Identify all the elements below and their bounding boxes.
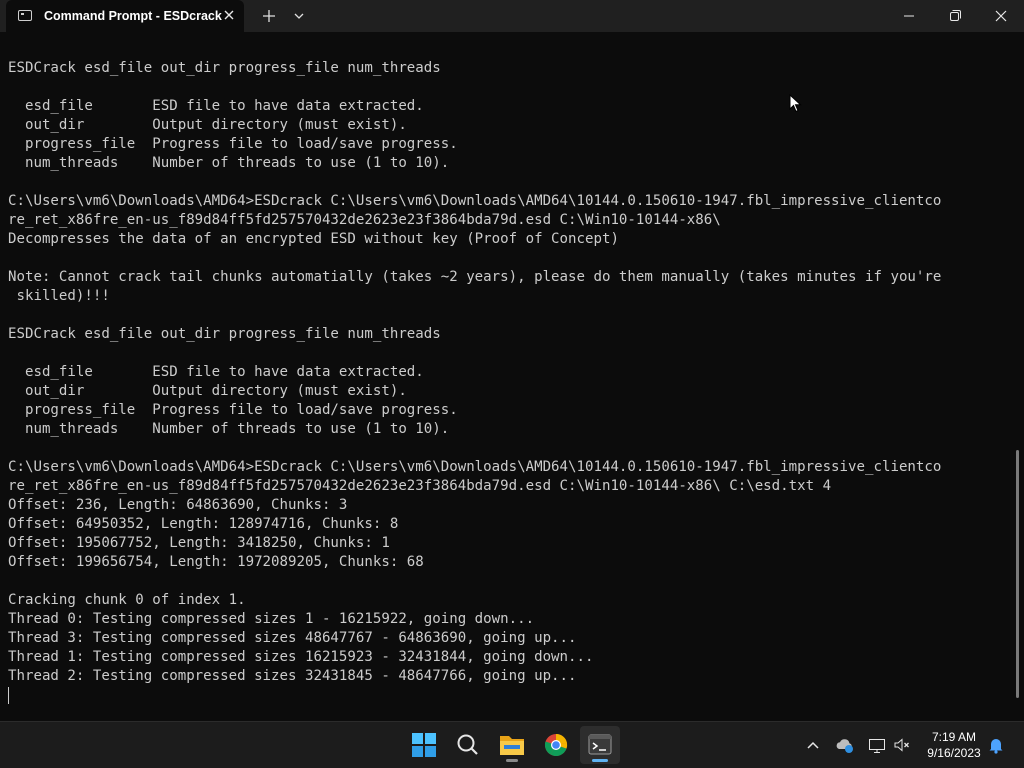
terminal-line: re_ret_x86fre_en-us_f89d84ff5fd257570432… — [8, 478, 832, 494]
terminal-line: Decompresses the data of an encrypted ES… — [8, 231, 619, 247]
terminal-input-line[interactable] — [8, 686, 1008, 705]
terminal-line: num_threads Number of threads to use (1 … — [8, 155, 450, 171]
terminal-button[interactable] — [580, 726, 620, 764]
terminal-line: skilled)!!! — [8, 288, 110, 304]
chevron-up-icon[interactable] — [803, 735, 823, 755]
clock-time: 7:19 AM — [931, 730, 977, 744]
terminal-line: progress_file Progress file to load/save… — [8, 136, 458, 152]
tab-title: Command Prompt - ESDcrack — [44, 9, 222, 23]
clock-date: 9/16/2023 — [927, 746, 981, 760]
plus-icon[interactable] — [256, 4, 282, 28]
terminal-line: ESDCrack esd_file out_dir progress_file … — [8, 60, 441, 76]
volume-muted-icon[interactable] — [892, 735, 912, 755]
terminal-line: out_dir Output directory (must exist). — [8, 117, 407, 133]
mouse-pointer-icon — [789, 93, 803, 114]
cloud-icon[interactable] — [835, 735, 855, 755]
terminal-line: Thread 2: Testing compressed sizes 32431… — [8, 668, 577, 684]
clock[interactable]: 7:19 AM 9/16/2023 — [918, 729, 990, 761]
bell-icon[interactable] — [986, 735, 1006, 755]
terminal-line: C:\Users\vm6\Downloads\AMD64>ESDcrack C:… — [8, 459, 942, 475]
cmd-icon — [18, 10, 32, 21]
terminal-line: progress_file Progress file to load/save… — [8, 402, 458, 418]
terminal-line: re_ret_x86fre_en-us_f89d84ff5fd257570432… — [8, 212, 721, 228]
network-icon[interactable] — [867, 735, 887, 755]
terminal-line: Offset: 199656754, Length: 1972089205, C… — [8, 554, 424, 570]
restore-icon[interactable] — [932, 0, 978, 32]
terminal-line: Offset: 64950352, Length: 128974716, Chu… — [8, 516, 399, 532]
running-indicator — [506, 759, 518, 762]
tab-command-prompt[interactable]: Command Prompt - ESDcrack — [6, 0, 244, 32]
terminal-line: C:\Users\vm6\Downloads\AMD64>ESDcrack C:… — [8, 193, 942, 209]
terminal-line: Thread 1: Testing compressed sizes 16215… — [8, 649, 594, 665]
file-explorer-button[interactable] — [492, 726, 532, 764]
chevron-down-icon[interactable] — [286, 4, 312, 28]
windows-logo-icon — [412, 733, 436, 757]
terminal-line: Thread 0: Testing compressed sizes 1 - 1… — [8, 611, 535, 627]
taskbar: 7:19 AM 9/16/2023 — [0, 721, 1024, 768]
chrome-icon — [544, 733, 568, 757]
close-tab-icon[interactable] — [220, 6, 238, 24]
scrollbar-thumb[interactable] — [1016, 450, 1019, 698]
terminal-line: Offset: 236, Length: 64863690, Chunks: 3 — [8, 497, 348, 513]
close-icon[interactable] — [978, 0, 1024, 32]
command-prompt-window[interactable]: Command Prompt - ESDcrack ESDCrack esd_f… — [0, 0, 1024, 721]
chrome-button[interactable] — [536, 726, 576, 764]
terminal-line: ESDCrack esd_file out_dir progress_file … — [8, 326, 441, 342]
terminal-line: Thread 3: Testing compressed sizes 48647… — [8, 630, 577, 646]
minimize-icon[interactable] — [886, 0, 932, 32]
terminal-output[interactable]: ESDCrack esd_file out_dir progress_file … — [8, 59, 1008, 705]
active-indicator — [592, 759, 608, 762]
terminal-line: num_threads Number of threads to use (1 … — [8, 421, 450, 437]
terminal-line: out_dir Output directory (must exist). — [8, 383, 407, 399]
text-cursor — [8, 687, 9, 704]
search-icon — [457, 734, 478, 755]
terminal-line: Offset: 195067752, Length: 3418250, Chun… — [8, 535, 390, 551]
start-button[interactable] — [404, 726, 444, 764]
title-bar[interactable]: Command Prompt - ESDcrack — [0, 0, 1024, 32]
terminal-line: esd_file ESD file to have data extracted… — [8, 98, 424, 114]
search-button[interactable] — [448, 726, 488, 764]
terminal-line: Cracking chunk 0 of index 1. — [8, 592, 246, 608]
terminal-line: Note: Cannot crack tail chunks automatia… — [8, 269, 942, 285]
terminal-line: esd_file ESD file to have data extracted… — [8, 364, 424, 380]
